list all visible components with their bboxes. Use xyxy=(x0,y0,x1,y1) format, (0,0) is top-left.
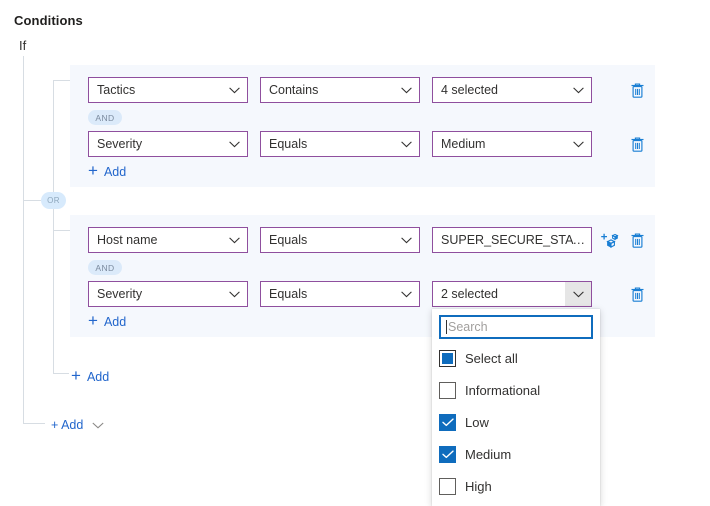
text-cursor xyxy=(446,320,447,334)
condition-group-1: Tactics Contains 4 selected xyxy=(70,65,655,187)
checkbox-indeterminate-icon[interactable] xyxy=(439,350,456,367)
operator-and-badge: AND xyxy=(88,260,122,275)
condition-row: Severity Equals 2 selected xyxy=(70,281,655,307)
chevron-down-icon xyxy=(393,132,419,156)
dropdown-option-high[interactable]: High xyxy=(432,470,600,502)
operator-select[interactable]: Contains xyxy=(260,77,420,103)
search-placeholder: Search xyxy=(448,320,488,334)
chevron-down-icon[interactable] xyxy=(92,422,104,429)
property-select[interactable]: Tactics xyxy=(88,77,248,103)
dropdown-option-medium[interactable]: Medium xyxy=(432,438,600,470)
chevron-down-icon xyxy=(221,132,247,156)
chevron-down-icon xyxy=(393,78,419,102)
operator-select[interactable]: Equals xyxy=(260,131,420,157)
checkbox-checked-icon[interactable] xyxy=(439,446,456,463)
search-input[interactable]: Search xyxy=(439,315,593,339)
operator-or-badge: OR xyxy=(41,192,66,209)
chevron-down-icon xyxy=(221,282,247,306)
connector-group-spine xyxy=(53,80,54,373)
dropdown-option-label: Select all xyxy=(465,351,518,366)
delete-condition-button[interactable] xyxy=(626,283,648,305)
page-title: Conditions xyxy=(14,13,83,28)
value-input[interactable]: SUPER_SECURE_STATION xyxy=(432,227,592,253)
severity-dropdown-panel: Search Select all Informational Low Medi… xyxy=(432,309,600,506)
operator-select[interactable]: Equals xyxy=(260,227,420,253)
checkbox-unchecked-icon[interactable] xyxy=(439,382,456,399)
dropdown-option-low[interactable]: Low xyxy=(432,406,600,438)
plus-icon: + xyxy=(88,312,98,329)
value-multiselect[interactable]: 2 selected xyxy=(432,281,592,307)
condition-row: Severity Equals Medium xyxy=(70,131,655,157)
add-group-label: Add xyxy=(87,370,109,384)
chevron-down-icon xyxy=(565,78,591,102)
chevron-down-icon xyxy=(393,282,419,306)
delete-condition-button[interactable] xyxy=(626,133,648,155)
dropdown-option-label: Informational xyxy=(465,383,540,398)
connector-branch-add-group xyxy=(53,373,69,374)
plus-icon: + xyxy=(88,162,98,179)
delete-condition-button[interactable] xyxy=(626,229,648,251)
conditions-editor: Conditions If OR Tactics Contains xyxy=(0,0,710,506)
plus-icon: + xyxy=(71,367,81,384)
add-condition-label: Add xyxy=(104,315,126,329)
dropdown-option-label: Low xyxy=(465,415,489,430)
dropdown-option-informational[interactable]: Informational xyxy=(432,374,600,406)
add-condition-label: Add xyxy=(104,165,126,179)
delete-condition-button[interactable] xyxy=(626,79,648,101)
if-label: If xyxy=(19,38,26,53)
checkbox-checked-icon[interactable] xyxy=(439,414,456,431)
chevron-down-icon xyxy=(393,228,419,252)
chevron-down-icon xyxy=(221,78,247,102)
operator-and-badge: AND xyxy=(88,110,122,125)
condition-row: Tactics Contains 4 selected xyxy=(70,77,655,103)
connector-branch-group-1 xyxy=(53,80,71,81)
chevron-down-icon xyxy=(221,228,247,252)
condition-row: Host name Equals SUPER_SECURE_STATION xyxy=(70,227,655,253)
add-group-button[interactable]: + Add xyxy=(71,368,109,385)
connector-branch-group-2 xyxy=(53,230,71,231)
add-root-button[interactable]: + Add xyxy=(51,418,104,432)
dropdown-option-label: High xyxy=(465,479,492,494)
dropdown-option-select-all[interactable]: Select all xyxy=(432,342,600,374)
connector-root-to-add xyxy=(23,423,45,424)
property-select[interactable]: Severity xyxy=(88,281,248,307)
dropdown-option-label: Medium xyxy=(465,447,511,462)
checkbox-unchecked-icon[interactable] xyxy=(439,478,456,495)
add-condition-button-group-2[interactable]: + Add xyxy=(88,313,126,330)
value-select[interactable]: Medium xyxy=(432,131,592,157)
chevron-down-icon xyxy=(565,132,591,156)
value-select[interactable]: 4 selected xyxy=(432,77,592,103)
connector-root-spine xyxy=(23,56,24,423)
property-select[interactable]: Host name xyxy=(88,227,248,253)
add-condition-button-group-1[interactable]: + Add xyxy=(88,163,126,180)
operator-select[interactable]: Equals xyxy=(260,281,420,307)
add-root-label: + Add xyxy=(51,418,83,432)
dropdown-search-wrap: Search xyxy=(432,309,600,342)
add-entity-icon[interactable] xyxy=(598,229,620,251)
property-select[interactable]: Severity xyxy=(88,131,248,157)
chevron-down-icon[interactable] xyxy=(565,282,591,306)
